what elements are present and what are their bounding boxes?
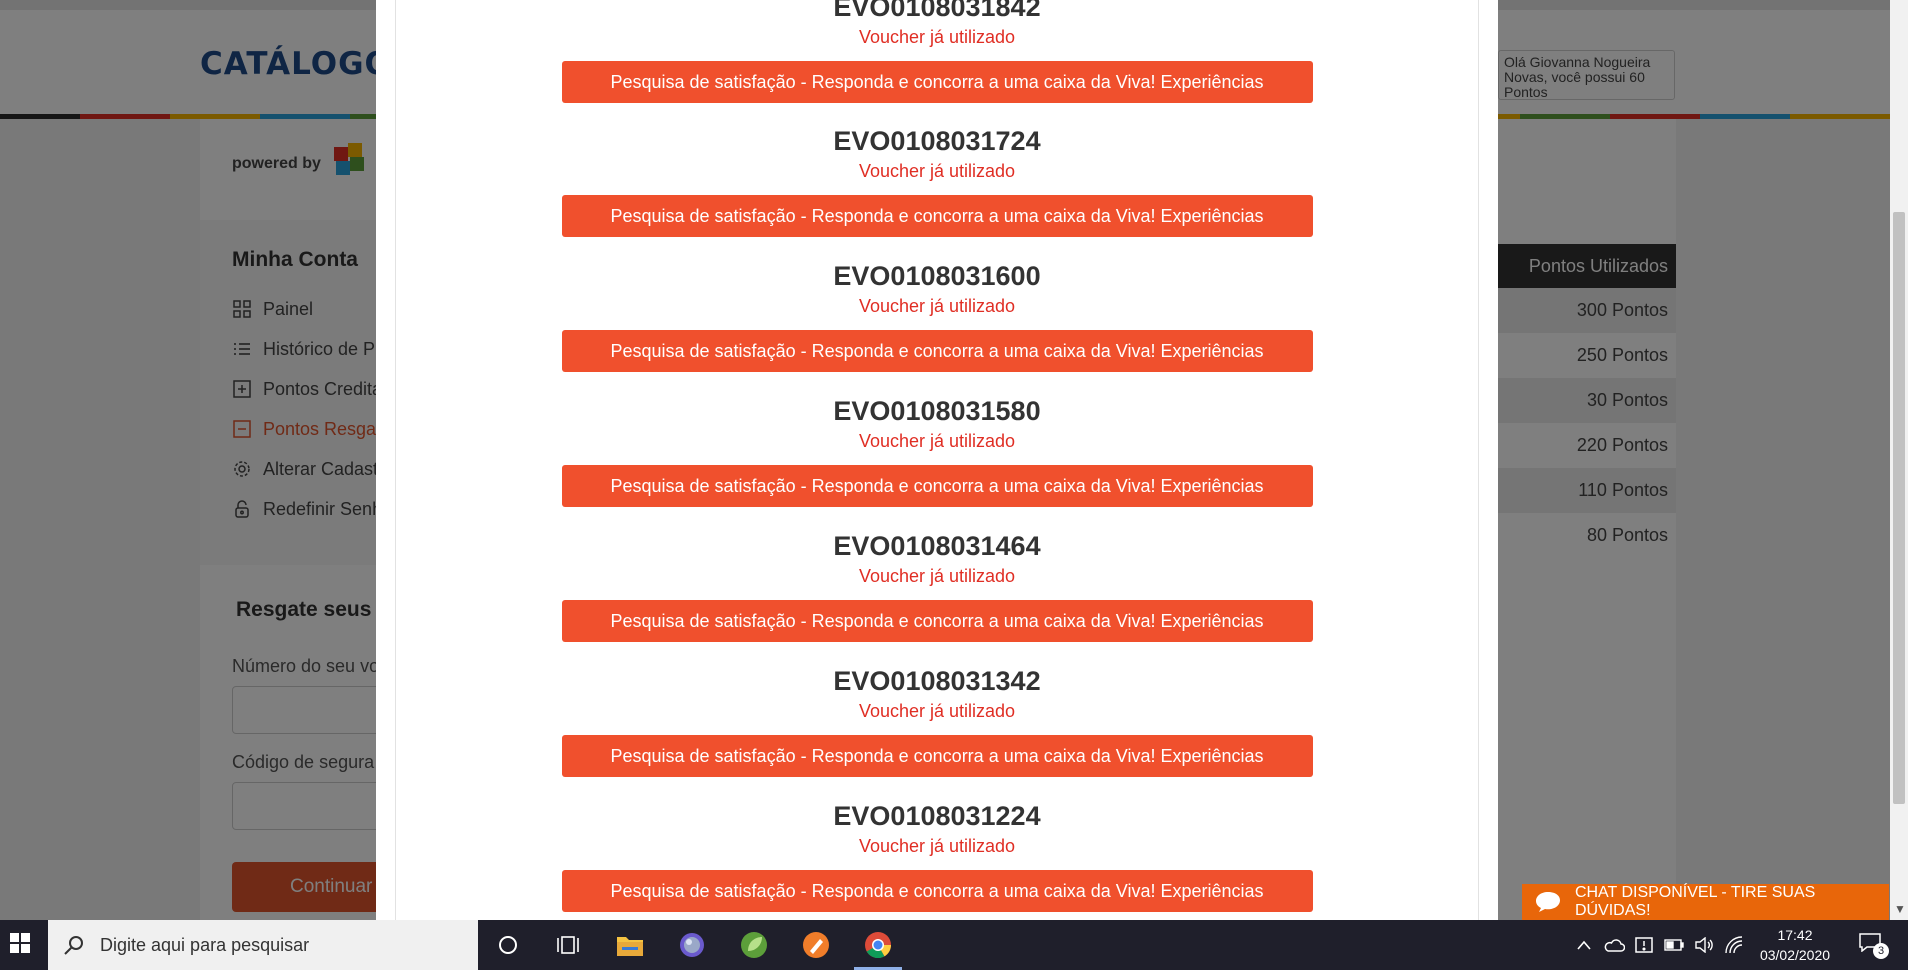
chat-widget[interactable]: CHAT DISPONÍVEL - TIRE SUAS DÚVIDAS!	[1522, 884, 1889, 920]
voucher-code: EVO0108031464	[833, 531, 1041, 561]
voucher-status: Voucher já utilizado	[858, 566, 1016, 586]
voucher-item: EVO0108031342 Voucher já utilizado Pesqu…	[376, 666, 1498, 777]
system-clock[interactable]: 17:42 03/02/2020	[1740, 925, 1850, 965]
page-scrollbar[interactable]: ▼	[1890, 0, 1908, 920]
survey-button[interactable]: Pesquisa de satisfação - Responda e conc…	[561, 870, 1313, 912]
pen-app-icon[interactable]	[788, 920, 844, 970]
survey-button[interactable]: Pesquisa de satisfação - Responda e conc…	[561, 600, 1313, 642]
survey-button[interactable]: Pesquisa de satisfação - Responda e conc…	[561, 195, 1313, 237]
chat-bubble-icon	[1522, 891, 1575, 913]
voucher-code: EVO0108031342	[833, 666, 1041, 696]
security-alert-icon[interactable]	[1632, 933, 1656, 957]
task-view-icon[interactable]	[540, 920, 596, 970]
leaf-app-icon[interactable]	[726, 920, 782, 970]
clock-time: 17:42	[1777, 927, 1813, 943]
scroll-down-arrow-icon[interactable]: ▼	[1894, 902, 1906, 916]
voucher-status: Voucher já utilizado	[858, 296, 1016, 316]
voucher-code: EVO0108031224	[833, 801, 1041, 831]
voucher-status: Voucher já utilizado	[858, 431, 1016, 451]
voucher-item: EVO0108031224 Voucher já utilizado Pesqu…	[376, 801, 1498, 912]
survey-button[interactable]: Pesquisa de satisfação - Responda e conc…	[561, 465, 1313, 507]
scrollbar-thumb[interactable]	[1893, 212, 1905, 804]
start-button[interactable]	[0, 920, 40, 970]
notification-center[interactable]: 3	[1858, 932, 1889, 959]
survey-button[interactable]: Pesquisa de satisfação - Responda e conc…	[561, 61, 1313, 103]
voucher-status: Voucher já utilizado	[858, 836, 1016, 856]
voucher-code: EVO0108031842	[833, 0, 1041, 22]
voucher-status: Voucher já utilizado	[858, 161, 1016, 181]
file-explorer-icon[interactable]	[602, 920, 658, 970]
chat-label: CHAT DISPONÍVEL - TIRE SUAS DÚVIDAS!	[1574, 884, 1816, 919]
voucher-code: EVO0108031600	[833, 261, 1041, 291]
windows-logo-icon	[10, 932, 30, 958]
voucher-item: EVO0108031600 Voucher já utilizado Pesqu…	[376, 261, 1498, 372]
volume-icon[interactable]	[1692, 933, 1716, 957]
chrome-icon[interactable]	[850, 920, 906, 970]
survey-button[interactable]: Pesquisa de satisfação - Responda e conc…	[561, 330, 1313, 372]
voucher-status: Voucher já utilizado	[858, 27, 1016, 47]
voucher-code: EVO0108031580	[833, 396, 1041, 426]
taskbar-search[interactable]: Digite aqui para pesquisar	[48, 920, 478, 970]
battery-icon[interactable]	[1662, 933, 1686, 957]
search-placeholder: Digite aqui para pesquisar	[100, 934, 310, 955]
onedrive-icon[interactable]	[1602, 933, 1626, 957]
voucher-item: EVO0108031842 Voucher já utilizado Pesqu…	[376, 0, 1498, 103]
vouchers-modal: EVO0108031842 Voucher já utilizado Pesqu…	[376, 0, 1498, 920]
voucher-item: EVO0108031724 Voucher já utilizado Pesqu…	[376, 126, 1498, 237]
notification-badge: 3	[1873, 943, 1889, 959]
browser-globe-icon[interactable]	[664, 920, 720, 970]
search-icon	[48, 934, 100, 956]
voucher-status: Voucher já utilizado	[858, 701, 1016, 721]
clock-date: 03/02/2020	[1759, 947, 1831, 963]
windows-taskbar: Digite aqui para pesquisar 17:42 03/02/2…	[0, 920, 1908, 970]
voucher-item: EVO0108031464 Voucher já utilizado Pesqu…	[376, 531, 1498, 642]
voucher-code: EVO0108031724	[833, 126, 1041, 156]
cortana-icon[interactable]	[480, 920, 536, 970]
survey-button[interactable]: Pesquisa de satisfação - Responda e conc…	[561, 735, 1313, 777]
voucher-item: EVO0108031580 Voucher já utilizado Pesqu…	[376, 396, 1498, 507]
chevron-up-icon[interactable]	[1572, 933, 1596, 957]
